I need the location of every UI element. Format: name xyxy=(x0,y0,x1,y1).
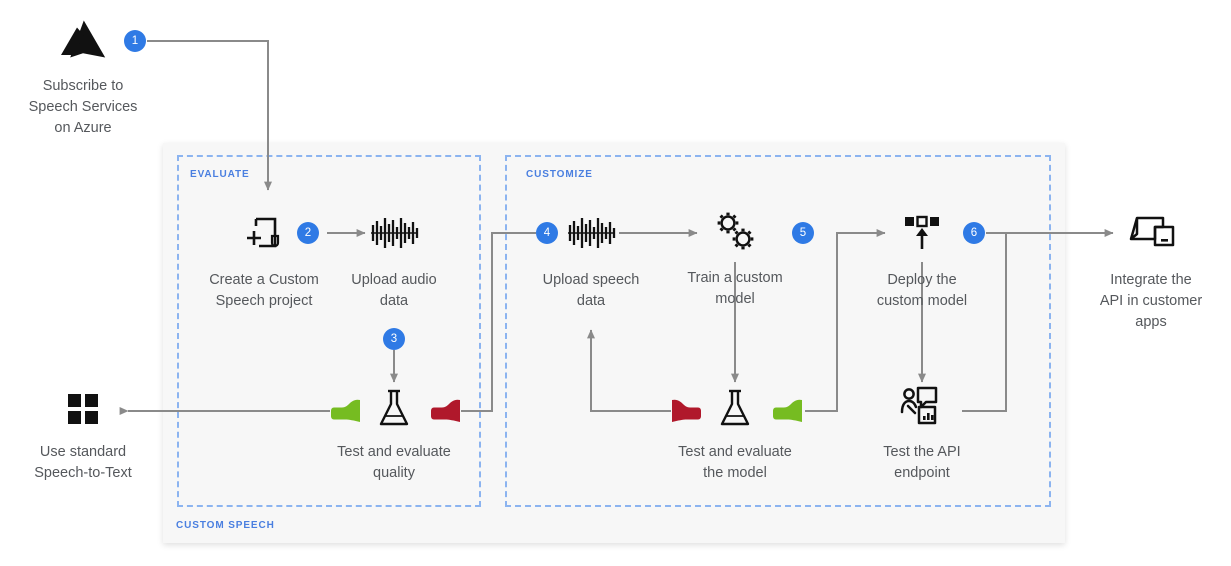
node-subscribe-label: Subscribe to Speech Services on Azure xyxy=(28,78,138,136)
step-badge-2: 2 xyxy=(297,222,319,244)
node-test-quality-label: Test and evaluate quality xyxy=(337,444,451,481)
customize-zone-label: CUSTOMIZE xyxy=(526,169,593,180)
node-train-model-label: Train a custom model xyxy=(687,270,783,307)
evaluate-zone-label: EVALUATE xyxy=(190,169,250,180)
node-upload-speech-label: Upload speech data xyxy=(542,272,640,309)
custom-speech-zone-label: CUSTOM SPEECH xyxy=(176,520,275,531)
step-badge-6: 6 xyxy=(963,222,985,244)
four-squares-icon xyxy=(12,388,154,430)
step-badge-4: 4 xyxy=(536,222,558,244)
node-test-model-label: Test and evaluate the model xyxy=(678,444,792,481)
node-integrate-api: Integrate the API in customer apps xyxy=(1080,208,1222,333)
node-upload-audio: Upload audio data xyxy=(330,208,458,312)
node-integrate-api-label: Integrate the API in customer apps xyxy=(1099,272,1203,330)
thumbs-down-icon-quality-fail xyxy=(429,398,461,429)
node-use-standard-label: Use standard Speech-to-Text xyxy=(34,444,132,481)
devices-icon xyxy=(1080,208,1222,258)
gears-icon xyxy=(665,206,805,256)
node-test-endpoint: Test the API endpoint xyxy=(852,384,992,484)
step-badge-5: 5 xyxy=(792,222,814,244)
node-create-project-label: Create a Custom Speech project xyxy=(209,272,319,309)
audio-waveform-icon xyxy=(330,208,458,258)
node-test-endpoint-label: Test the API endpoint xyxy=(883,444,961,481)
node-upload-audio-label: Upload audio data xyxy=(351,272,437,309)
thumbs-up-icon-quality-pass xyxy=(329,398,361,429)
thumbs-up-icon-model-pass xyxy=(771,398,803,429)
step-badge-3: 3 xyxy=(383,328,405,350)
step-badge-1: 1 xyxy=(124,30,146,52)
diagram-canvas: EVALUATE CUSTOMIZE CUSTOM SPEECH Subscri… xyxy=(0,0,1231,566)
node-train-model: Train a custom model xyxy=(665,206,805,310)
user-endpoint-icon xyxy=(852,384,992,430)
node-use-standard: Use standard Speech-to-Text xyxy=(12,388,154,484)
node-deploy-model-label: Deploy the custom model xyxy=(876,272,968,309)
thumbs-down-icon-model-fail xyxy=(671,398,703,429)
